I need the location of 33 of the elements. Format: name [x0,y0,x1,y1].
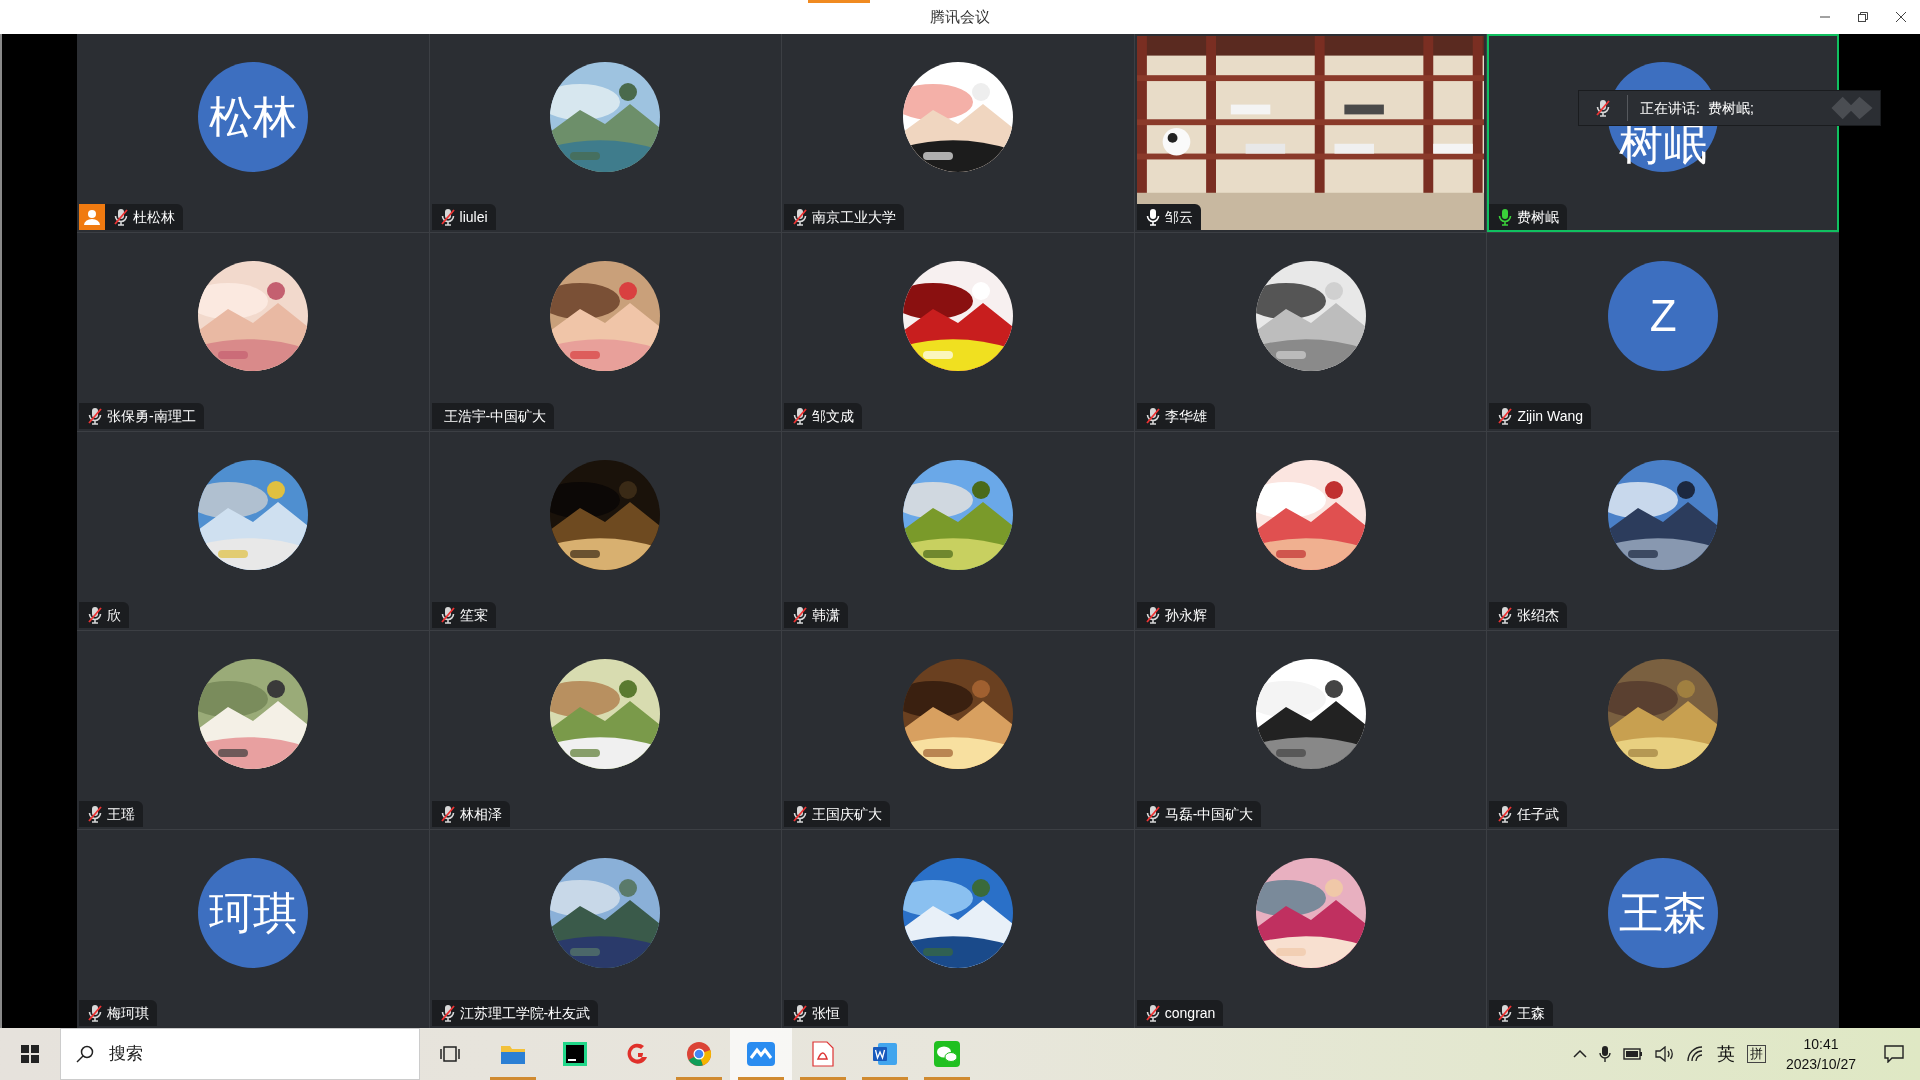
avatar: 王森 [1608,858,1719,968]
avatar: Z [1608,261,1719,371]
participant-name: 张保勇-南理工 [106,406,196,426]
participant-name: 王国庆矿大 [811,804,883,824]
participant-name: 王浩宇-中国矿大 [442,406,547,426]
participant-name: 费树岷 [1516,207,1560,227]
participant-name: liulei [458,207,488,227]
participant-name: 梅珂琪 [106,1003,149,1023]
participant-name: 邹云 [1163,207,1193,227]
clock-time: 10:41 [1803,1035,1839,1054]
participant-name: 笙宷 [458,605,488,625]
participant-name: 王瑶 [106,804,135,824]
participant-name: 江苏理工学院-杜友武 [458,1003,591,1023]
clock-date: 2023/10/27 [1785,1055,1856,1074]
participant-name: 林相泽 [458,804,502,824]
participant-name: 张绍杰 [1516,605,1560,625]
participant-name: 马磊-中国矿大 [1163,804,1254,824]
participant-name: 王森 [1516,1003,1546,1023]
participant-name: 任子武 [1516,804,1560,824]
participant-name: 邹文成 [811,406,855,426]
participant-name: 张恒 [811,1003,841,1023]
participant-name: 南京工业大学 [811,207,897,227]
participant-name: congran [1163,1003,1216,1023]
participant-name: Zijin Wang [1516,406,1583,426]
participant-name: 李华雄 [1163,406,1207,426]
participant-name: 孙永辉 [1163,605,1207,625]
participant-name: 韩潇 [811,605,841,625]
participant-name: 欣 [106,605,121,625]
avatar: 松林 [197,62,308,172]
speaking-label: 正在讲话: [1639,98,1700,118]
participant-name: 杜松林 [132,207,175,227]
avatar: 珂琪 [197,858,308,968]
window-title: 腾讯会议 [930,6,990,27]
